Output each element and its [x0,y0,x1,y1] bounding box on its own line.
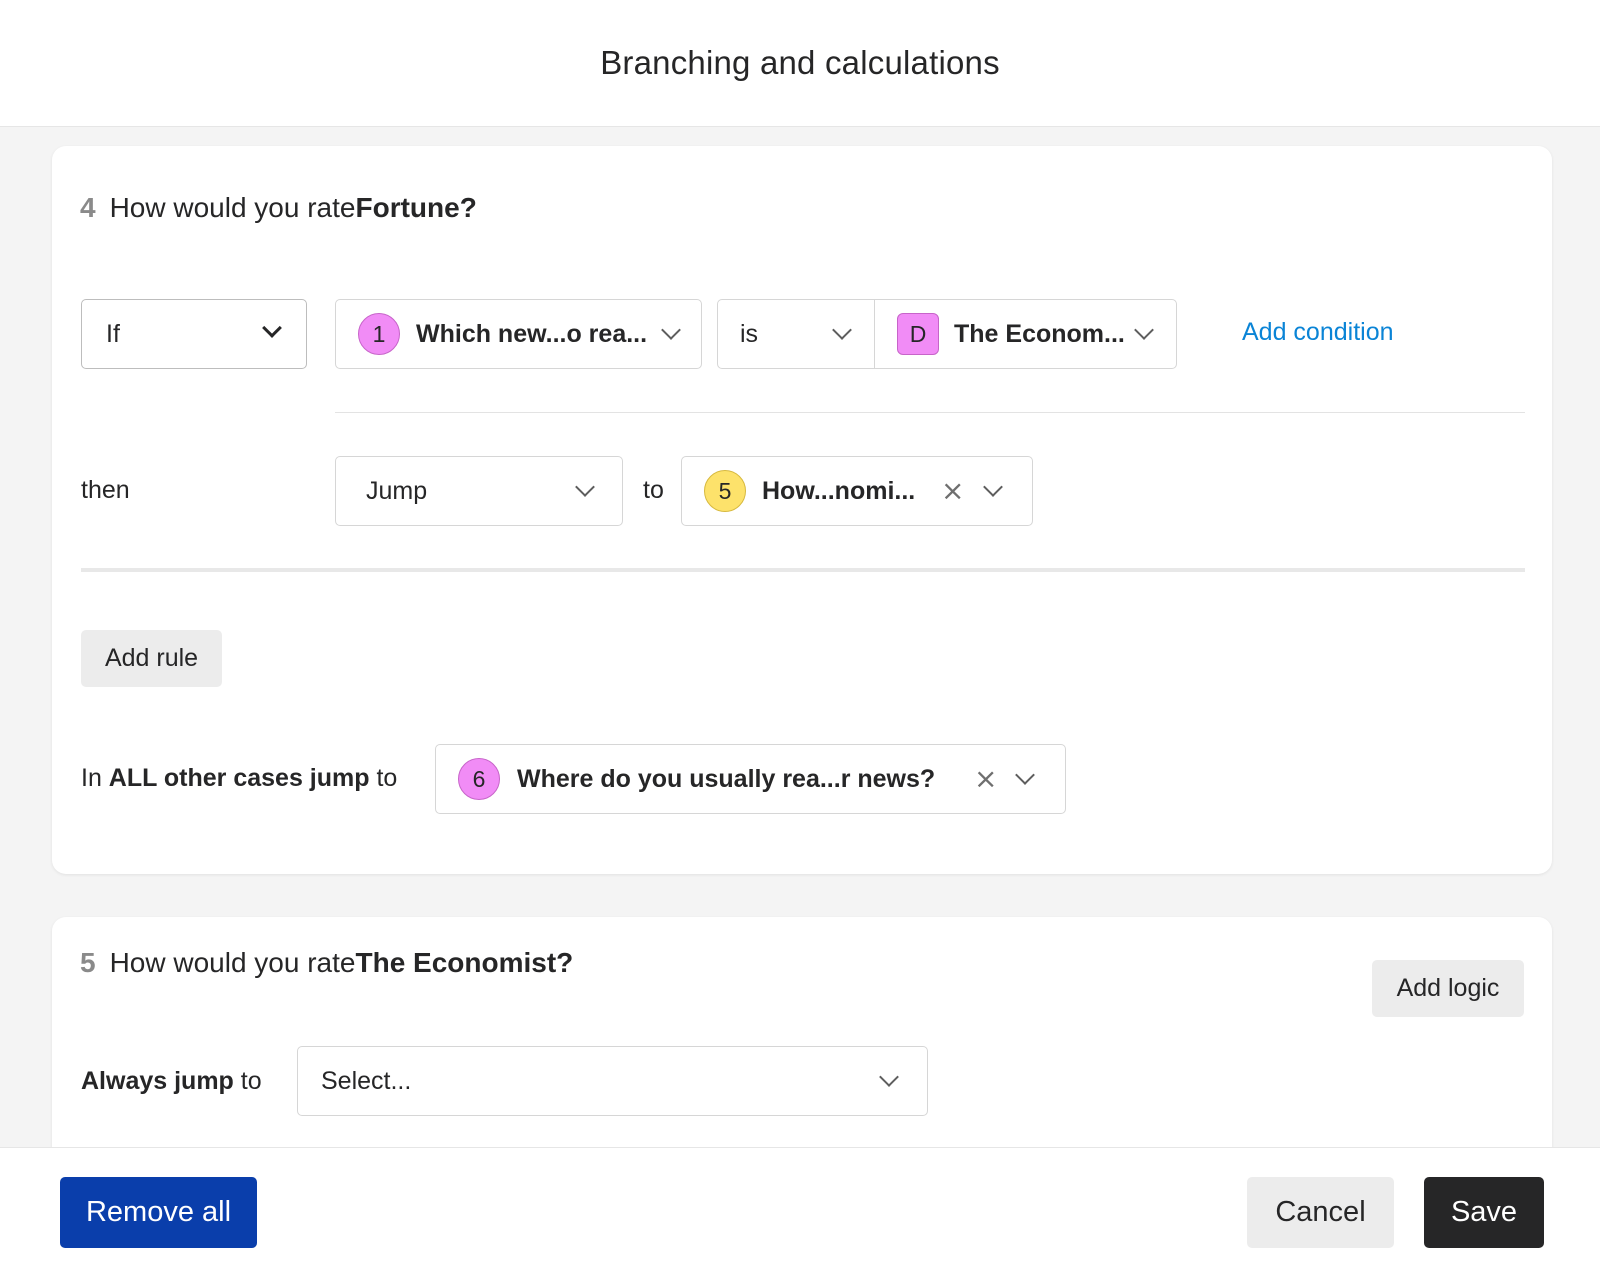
close-icon[interactable]: × [941,477,964,505]
cancel-button[interactable]: Cancel [1247,1177,1394,1248]
question-4-logic-card: 4 How would you rate Fortune? If 1 Which… [52,146,1552,874]
action-select[interactable]: Jump [335,456,623,526]
otherwise-target-label: Where do you usually rea...r news? [517,764,936,793]
chevron-down-icon [879,1067,899,1087]
save-button[interactable]: Save [1424,1177,1544,1248]
dialog-footer: Remove all Cancel Save [0,1147,1600,1268]
to-label: to [643,476,664,504]
always-jump-select[interactable]: Select... [297,1046,928,1116]
operator-select[interactable]: If [81,299,307,369]
add-rule-button[interactable]: Add rule [81,630,222,687]
jump-target-label: How...nomi... [762,476,916,505]
chevron-down-icon [1015,765,1035,785]
dialog-header: Branching and calculations [0,0,1600,127]
chevron-down-icon [832,320,852,340]
add-logic-button[interactable]: Add logic [1372,960,1524,1017]
condition-value-label: The Econom... [954,320,1125,348]
close-icon[interactable]: × [974,765,997,793]
otherwise-suffix: to [369,764,398,792]
question-title-bold: Fortune? [355,192,477,223]
dialog-title: Branching and calculations [600,44,1000,81]
chevron-down-icon [1134,320,1154,340]
remove-all-button[interactable]: Remove all [60,1177,257,1248]
question-badge: 1 [358,313,400,355]
question-title-bold: The Economist? [355,947,574,978]
otherwise-bold: ALL other cases jump [108,764,370,792]
jump-target-select[interactable]: 5 How...nomi... × [681,456,1033,526]
condition-value-select[interactable]: D The Econom... [875,300,1176,368]
condition-field-select[interactable]: 1 Which new...o rea... [335,299,702,369]
chevron-down-icon [575,477,595,497]
question-4-title: 4 How would you rate Fortune? [80,192,477,224]
question-number: 5 [80,947,96,978]
divider [81,568,1525,572]
question-title-prefix: How would you rate [109,192,356,223]
comparator-select-value: is [740,320,759,348]
chevron-down-icon [983,477,1003,497]
question-5-logic-card: 5 How would you rate The Economist? Add … [52,917,1552,1177]
operator-select-value: If [106,319,120,348]
question-number: 4 [80,192,96,223]
otherwise-prefix: In [81,764,109,792]
question-5-title: 5 How would you rate The Economist? [80,947,573,979]
comparator-select[interactable]: is [718,300,874,368]
always-jump-label: Always jump to [81,1067,262,1096]
chevron-down-icon [661,320,681,340]
otherwise-label: In ALL other cases jump to [81,764,397,793]
question-title-prefix: How would you rate [109,947,356,978]
always-jump-suffix: to [233,1067,262,1095]
chevron-down-icon [262,318,282,338]
condition-field-label: Which new...o rea... [416,319,648,348]
otherwise-target-select[interactable]: 6 Where do you usually rea...r news? × [435,744,1066,814]
always-jump-placeholder: Select... [321,1066,412,1095]
choice-badge: D [897,313,939,355]
question-badge: 6 [458,758,500,800]
condition-comparator-value-group: is D The Econom... [717,299,1177,369]
add-condition-link[interactable]: Add condition [1242,318,1394,347]
divider [335,412,1525,413]
question-badge: 5 [704,470,746,512]
then-label: then [81,476,130,504]
always-jump-bold: Always jump [81,1067,234,1095]
action-select-value: Jump [366,476,428,505]
